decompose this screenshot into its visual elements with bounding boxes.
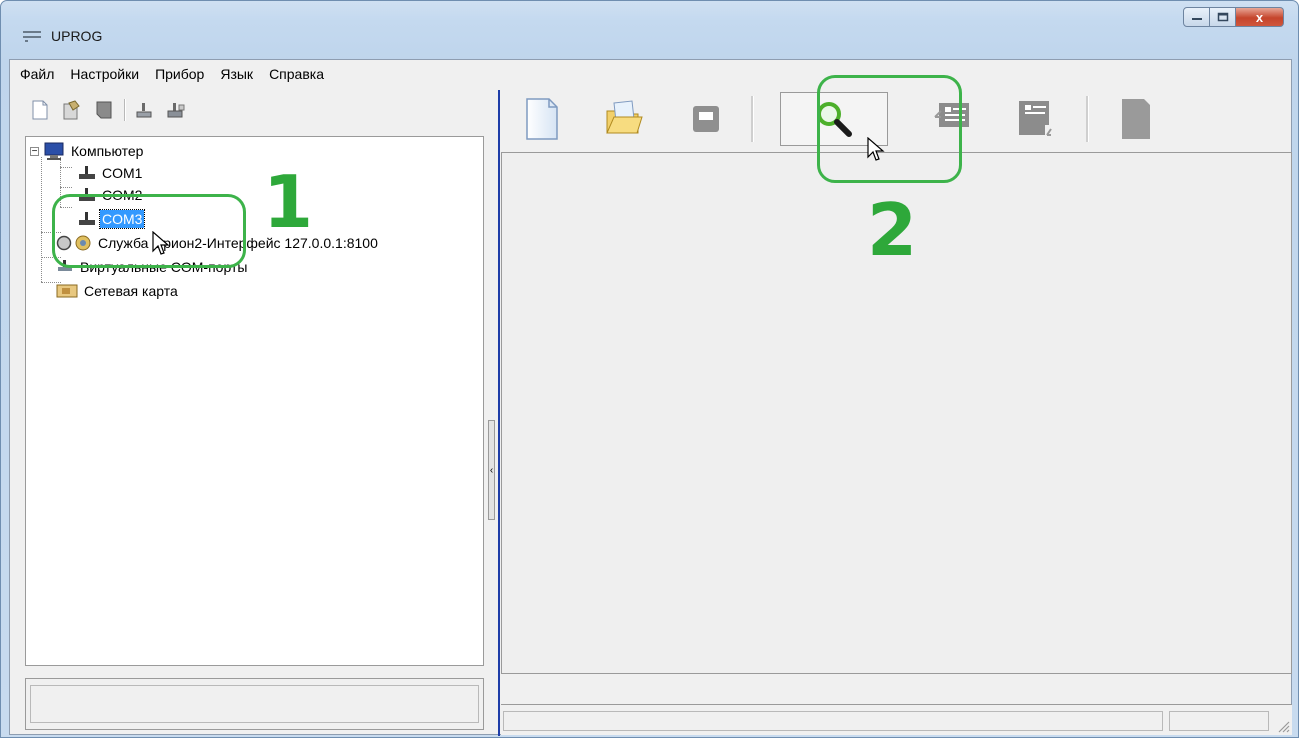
properties-button[interactable] xyxy=(58,96,86,124)
tree-line xyxy=(60,187,72,188)
toolbar-separator xyxy=(124,99,126,121)
app-window: UPROG x Файл Настройки Прибор Язык Справ… xyxy=(0,0,1299,738)
title-bar: UPROG x xyxy=(1,1,1298,59)
maximize-icon xyxy=(1217,12,1228,22)
tree-label-com1: COM1 xyxy=(102,165,143,181)
tree-line xyxy=(41,157,42,282)
new-file-button[interactable] xyxy=(511,92,573,146)
blank-doc-button[interactable] xyxy=(1105,92,1167,146)
menu-language[interactable]: Язык xyxy=(214,63,259,85)
left-info-field xyxy=(30,685,479,723)
tree-label-computer: Компьютер xyxy=(71,143,144,159)
save-button[interactable] xyxy=(90,96,118,124)
close-icon: x xyxy=(1255,9,1264,25)
save-disk-button[interactable] xyxy=(675,92,737,146)
left-pane: − Компьютер COM1 COM2 COM3 Служба Орион2… xyxy=(10,88,492,734)
network-card-icon xyxy=(56,284,78,298)
collapse-icon[interactable]: − xyxy=(30,146,39,156)
tree-node-com1[interactable]: COM1 xyxy=(78,163,144,183)
pane-divider xyxy=(498,90,500,736)
window-title: UPROG xyxy=(51,28,103,44)
tree-line xyxy=(60,167,72,168)
blank-doc-icon xyxy=(1122,99,1150,139)
port-icon xyxy=(136,103,152,118)
status-segment-main xyxy=(503,711,1163,731)
annotation-number-step1: 1 xyxy=(263,160,314,244)
menu-settings[interactable]: Настройки xyxy=(64,63,145,85)
new-file-icon xyxy=(526,98,558,140)
mouse-cursor-icon xyxy=(152,231,170,255)
minimize-icon xyxy=(1191,18,1202,20)
resize-grip-icon[interactable] xyxy=(1276,719,1290,733)
com-port-icon xyxy=(79,166,95,179)
menu-help[interactable]: Справка xyxy=(263,63,330,85)
menu-bar: Файл Настройки Прибор Язык Справка xyxy=(10,60,1291,88)
new-doc-icon xyxy=(32,100,48,120)
pane-splitter[interactable]: ‹ xyxy=(488,420,495,520)
write-config-button[interactable] xyxy=(1004,92,1066,146)
status-segment-secondary xyxy=(1169,711,1269,731)
left-toolbar xyxy=(10,88,492,132)
menu-file[interactable]: Файл xyxy=(14,63,60,85)
save-disk-icon xyxy=(693,106,719,132)
port-settings-button[interactable] xyxy=(162,96,190,124)
close-button[interactable]: x xyxy=(1236,7,1284,27)
port-settings-icon xyxy=(167,103,185,118)
tree-node-network-card[interactable]: Сетевая карта xyxy=(56,281,180,301)
open-folder-icon xyxy=(606,100,643,134)
annotation-number-step2: 2 xyxy=(867,188,918,272)
annotation-box-step2 xyxy=(817,75,962,183)
minimize-button[interactable] xyxy=(1183,7,1210,27)
client-area: Файл Настройки Прибор Язык Справка − Ком… xyxy=(9,59,1292,736)
left-info-panel xyxy=(25,678,484,730)
port-button[interactable] xyxy=(130,96,158,124)
status-bar xyxy=(501,704,1292,735)
toolbar-separator xyxy=(1086,96,1089,142)
app-icon xyxy=(23,31,41,42)
toolbar-separator xyxy=(751,96,754,142)
computer-icon xyxy=(44,142,64,160)
maximize-button[interactable] xyxy=(1210,7,1236,27)
annotation-box-step1 xyxy=(52,194,246,268)
right-pane xyxy=(501,88,1292,735)
save-icon xyxy=(96,101,112,119)
open-folder-button[interactable] xyxy=(593,92,655,146)
menu-device[interactable]: Прибор xyxy=(149,63,210,85)
write-config-icon xyxy=(1019,101,1052,136)
tree-node-computer[interactable]: − Компьютер xyxy=(30,141,145,161)
new-doc-button[interactable] xyxy=(26,96,54,124)
mouse-cursor-icon xyxy=(867,137,885,161)
tree-label-network-card: Сетевая карта xyxy=(84,283,178,299)
properties-icon xyxy=(63,100,80,120)
window-controls: x xyxy=(1183,7,1284,28)
